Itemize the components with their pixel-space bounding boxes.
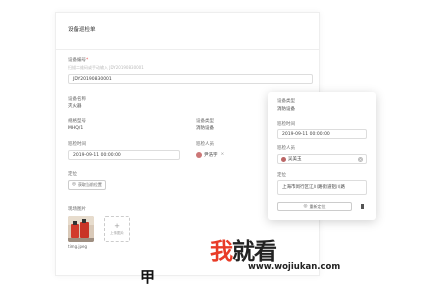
spec-label: 规格型号 <box>68 119 86 124</box>
inspector-label: 巡检人员 <box>196 142 214 147</box>
side-inspect-time-input[interactable]: 2019-09-11 00:00:00 <box>277 129 367 139</box>
photo-filename: timg.jpeg <box>68 244 88 249</box>
spec-value: MHQ/1 <box>68 126 84 131</box>
side-inspector-input[interactable]: 吴美玉 × <box>277 154 367 164</box>
avatar <box>196 151 202 158</box>
upload-photo-button[interactable]: + 上传图片 <box>104 216 130 242</box>
upload-label: 上传图片 <box>110 231 124 235</box>
side-device-type-value: 消防设备 <box>277 107 295 112</box>
relocate-button[interactable]: ◎ 重新定位 <box>277 202 352 211</box>
inspector-chip[interactable]: 尹浩宇 × <box>196 150 224 159</box>
device-no-label: 设备编号* <box>68 58 89 63</box>
location-pin-icon: ◎ <box>72 182 76 187</box>
inspect-time-label: 巡检时间 <box>68 142 86 147</box>
relocate-label: 重新定位 <box>309 203 326 209</box>
inspect-time-input[interactable]: 2019-09-11 00:00:00 <box>68 150 180 160</box>
clear-icon[interactable]: × <box>358 156 363 162</box>
inspector-name: 尹浩宇 <box>204 152 218 158</box>
watermark-part1: 我 <box>210 239 233 265</box>
watermark-url: www.wojiukan.com <box>248 262 341 272</box>
side-inspector-label: 巡检人员 <box>277 146 295 151</box>
location-label: 定位 <box>68 172 77 177</box>
side-location-field[interactable]: 上海市闵行区江川路街道铝川路 <box>277 180 367 195</box>
cropped-text-fragment: 甲 <box>140 268 156 286</box>
side-device-type-label: 设备类型 <box>277 99 295 104</box>
photos-label: 现场图片 <box>68 207 86 212</box>
side-detail-card: 设备类型 消防设备 巡检时间 2019-09-11 00:00:00 巡检人员 … <box>268 92 376 220</box>
get-location-label: 获取当前位置 <box>77 182 102 187</box>
side-inspector-name: 吴美玉 <box>288 156 302 162</box>
device-type-label: 设备类型 <box>196 119 214 124</box>
device-no-input[interactable]: JDY20190830001 <box>68 74 313 84</box>
side-location-label: 定位 <box>277 173 286 178</box>
plus-icon: + <box>114 222 120 230</box>
close-icon[interactable]: × <box>221 152 225 157</box>
get-location-button[interactable]: ◎ 获取当前位置 <box>68 180 106 190</box>
delete-icon[interactable] <box>357 202 367 211</box>
form-title: 设备巡检单 <box>68 27 96 33</box>
device-name-value: 灭火器 <box>68 104 82 109</box>
device-no-hint: 扫描二维码或手动输入 JDY20190830001 <box>68 65 144 70</box>
side-inspect-time-label: 巡检时间 <box>277 122 295 127</box>
avatar <box>281 156 286 162</box>
photo-thumbnail[interactable] <box>68 216 94 242</box>
watermark-logo: 我就看 <box>210 232 277 266</box>
trash-shape <box>360 204 364 209</box>
location-pin-icon: ◎ <box>303 203 308 209</box>
device-name-label: 设备名称 <box>68 97 86 102</box>
device-type-value: 消防设备 <box>196 126 214 131</box>
header-divider <box>56 49 319 50</box>
